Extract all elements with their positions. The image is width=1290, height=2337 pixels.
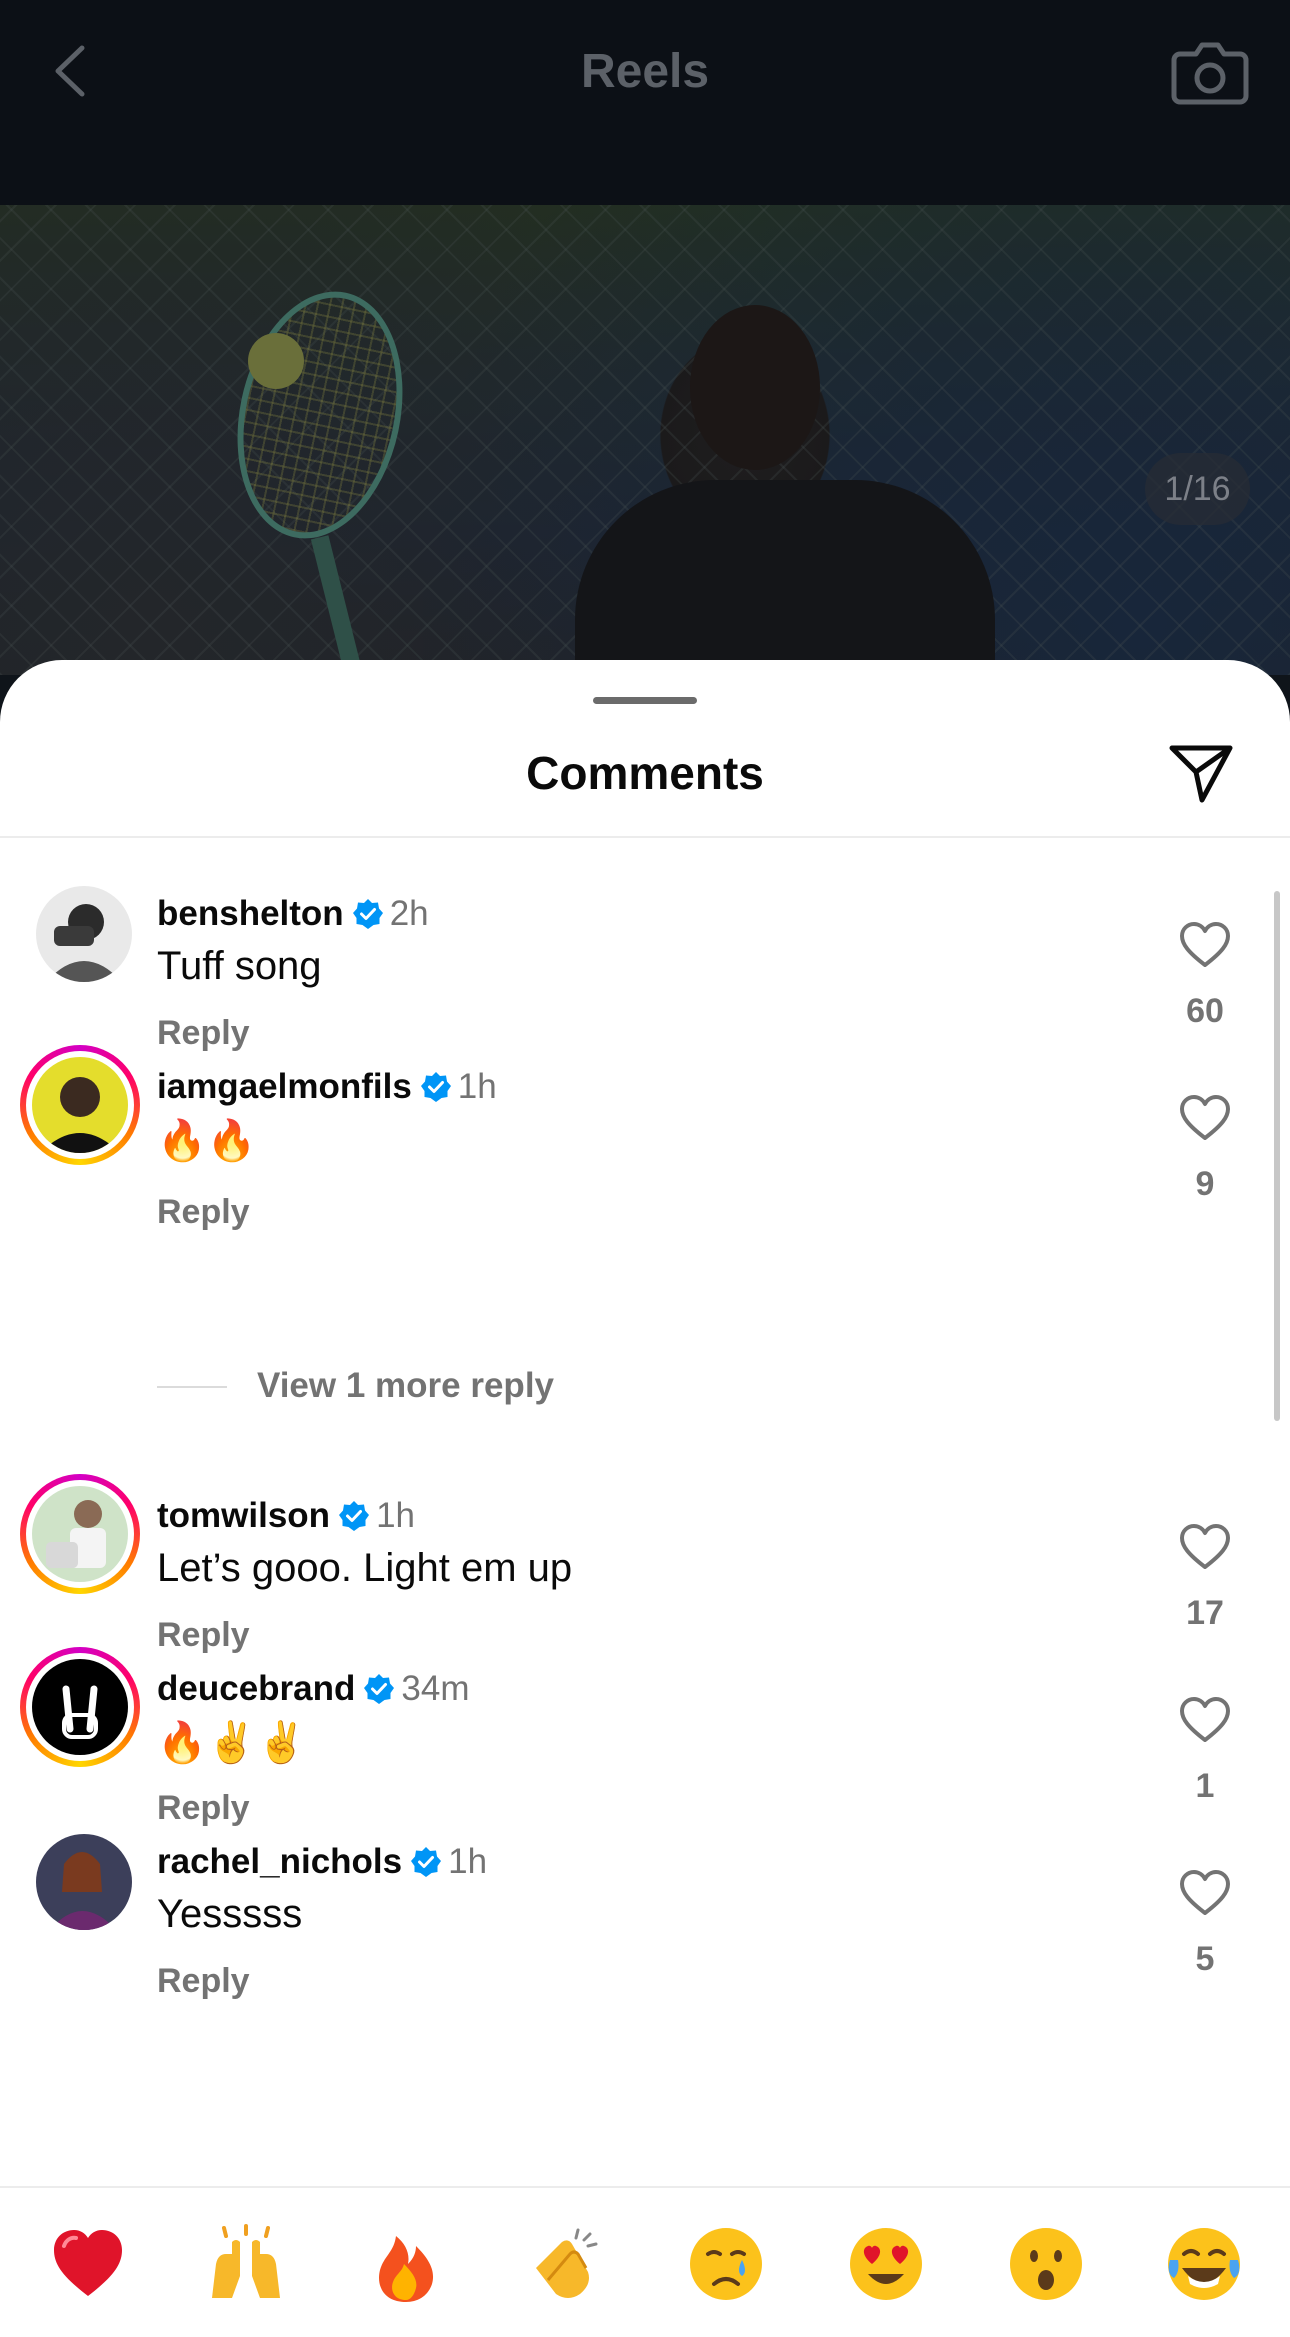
heart-eyes-icon[interactable] — [846, 2224, 926, 2304]
comment-time: 1h — [457, 1067, 497, 1106]
like-count: 60 — [1186, 992, 1224, 1030]
reel-media[interactable]: 1/16 — [0, 205, 1290, 675]
comment-item: tomwilson 1h Let’s gooo. Light em up Repl… — [0, 1474, 1290, 1664]
comment-time: 34m — [401, 1669, 470, 1708]
reply-button[interactable]: Reply — [157, 1193, 250, 1232]
verified-badge-icon — [352, 898, 384, 930]
like-count: 1 — [1195, 1767, 1215, 1805]
comment-header: tomwilson 1h — [157, 1496, 415, 1536]
surprised-face-icon[interactable] — [1006, 2224, 1086, 2304]
view-more-replies-label[interactable]: View 1 more reply — [257, 1366, 554, 1406]
tears-of-joy-icon[interactable] — [1164, 2224, 1244, 2304]
header-divider — [0, 836, 1290, 838]
camera-icon[interactable] — [1170, 34, 1250, 108]
comment-item: rachel_nichols 1h Yesssss Reply 5 — [0, 1820, 1290, 2010]
sheet-grabber[interactable] — [593, 697, 697, 704]
comment-text: 🔥🔥 — [157, 1118, 257, 1164]
comment-header: deucebrand 34m — [157, 1669, 469, 1709]
avatar[interactable] — [36, 886, 132, 982]
comment-text: Tuff song — [157, 944, 322, 988]
comment-item: iamgaelmonfils 1h 🔥🔥 Reply 9 — [0, 1045, 1290, 1235]
raising-hands-icon[interactable] — [206, 2224, 286, 2304]
comments-title: Comments — [526, 747, 764, 799]
media-counter: 1/16 — [1145, 453, 1250, 525]
avatar[interactable] — [32, 1057, 128, 1153]
verified-badge-icon — [420, 1071, 452, 1103]
comment-text: 🔥✌️✌️ — [157, 1720, 307, 1766]
username[interactable]: rachel_nichols — [157, 1842, 402, 1881]
comment-text: Let’s gooo. Light em up — [157, 1546, 573, 1590]
comments-sheet: Comments benshelton 2h Tuff song Reply 60 — [0, 660, 1290, 2337]
heart-outline-icon[interactable] — [1178, 920, 1232, 970]
like-count: 9 — [1195, 1165, 1215, 1203]
reply-thread-line — [157, 1386, 227, 1388]
like-count: 17 — [1186, 1594, 1224, 1632]
reply-button[interactable]: Reply — [157, 1962, 250, 2001]
username[interactable]: benshelton — [157, 894, 344, 933]
comment-text: Yesssss — [157, 1892, 303, 1936]
comment-time: 1h — [448, 1842, 488, 1881]
heart-outline-icon[interactable] — [1178, 1522, 1232, 1572]
clapping-hands-icon[interactable] — [526, 2224, 606, 2304]
comment-item: deucebrand 34m 🔥✌️✌️ Reply 1 — [0, 1647, 1290, 1837]
avatar[interactable] — [36, 1834, 132, 1930]
verified-badge-icon — [338, 1500, 370, 1532]
red-heart-icon[interactable] — [48, 2224, 128, 2304]
like-count: 5 — [1195, 1940, 1215, 1978]
username[interactable]: iamgaelmonfils — [157, 1067, 412, 1106]
heart-outline-icon[interactable] — [1178, 1695, 1232, 1745]
fire-icon[interactable] — [366, 2224, 446, 2304]
comment-item: benshelton 2h Tuff song Reply 60 — [0, 872, 1290, 1062]
player-body — [575, 480, 995, 675]
top-bar: Reels — [0, 0, 1290, 205]
heart-outline-icon[interactable] — [1178, 1868, 1232, 1918]
page-title: Reels — [580, 45, 710, 98]
comment-header: rachel_nichols 1h — [157, 1842, 487, 1882]
heart-outline-icon[interactable] — [1178, 1093, 1232, 1143]
comment-header: benshelton 2h — [157, 894, 429, 934]
quick-reaction-bar — [0, 2186, 1290, 2337]
crying-face-icon[interactable] — [686, 2224, 766, 2304]
avatar[interactable] — [32, 1486, 128, 1582]
send-icon[interactable] — [1166, 740, 1236, 806]
view-more-replies[interactable]: View 1 more reply — [157, 1356, 757, 1416]
username[interactable]: deucebrand — [157, 1669, 355, 1708]
comment-time: 1h — [376, 1496, 415, 1535]
comment-time: 2h — [389, 894, 429, 933]
comment-header: iamgaelmonfils 1h — [157, 1067, 497, 1107]
verified-badge-icon — [363, 1673, 395, 1705]
player-head — [690, 305, 820, 470]
verified-badge-icon — [410, 1846, 442, 1878]
avatar[interactable] — [32, 1659, 128, 1755]
tennis-ball — [248, 333, 304, 389]
username[interactable]: tomwilson — [157, 1496, 330, 1535]
